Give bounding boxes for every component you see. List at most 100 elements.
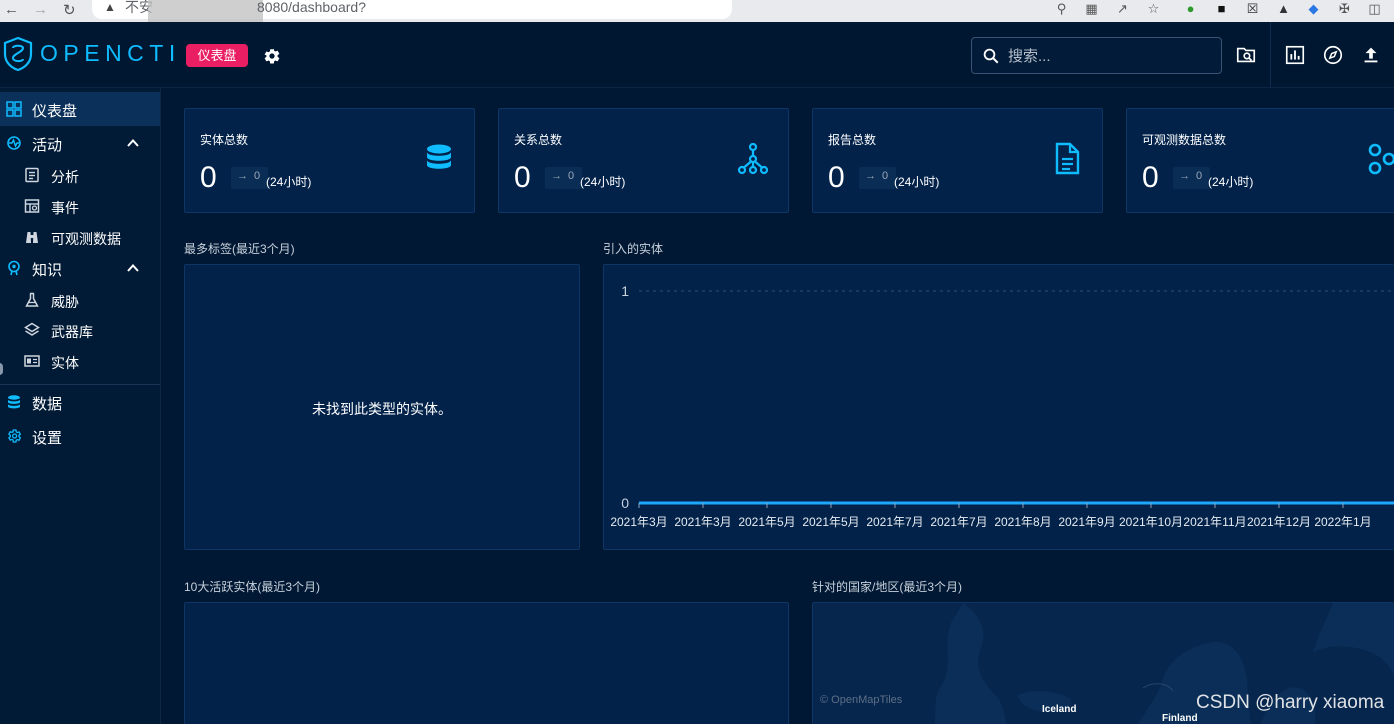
map-attribution: © OpenMapTiles bbox=[820, 694, 903, 706]
star-icon[interactable]: ☆ bbox=[1146, 1, 1161, 16]
hub-icon bbox=[1368, 143, 1394, 175]
card-value: 0 bbox=[514, 161, 531, 194]
sidebar-item-label: 设置 bbox=[32, 430, 63, 447]
card-delta: → 0 bbox=[1173, 167, 1211, 189]
stat-card-relationships[interactable]: 关系总数 0 → 0 (24小时) bbox=[498, 108, 789, 213]
card-range: (24小时) bbox=[580, 175, 626, 189]
sidebar-item-label: 实体 bbox=[51, 355, 79, 371]
activity-icon bbox=[7, 136, 21, 150]
card-title: 可观测数据总数 bbox=[1142, 133, 1227, 147]
top-active-panel bbox=[184, 602, 789, 724]
database-icon bbox=[427, 144, 451, 169]
chart-x-tick-label: 2021年5月 bbox=[738, 515, 795, 529]
stat-card-observables[interactable]: 可观测数据总数 0 → 0 (24小时) bbox=[1126, 108, 1394, 213]
chart-x-tick-label: 2021年9月 bbox=[1058, 515, 1115, 529]
advanced-search-icon[interactable] bbox=[1235, 44, 1257, 66]
current-page-chip[interactable]: 仪表盘 bbox=[186, 44, 248, 67]
share-icon[interactable]: ↗ bbox=[1115, 1, 1130, 16]
chart-x-tick-label: 2021年7月 bbox=[930, 515, 987, 529]
browser-toolbar: ← → ↻ ▲ 不安 8080/dashboard? ⚲ ▦ ↗ ☆ ● ■ ☒… bbox=[0, 0, 1394, 30]
logo-text: OPENCTI bbox=[40, 40, 181, 66]
extension-icon[interactable]: ■ bbox=[1214, 1, 1229, 16]
sidebar-item-data[interactable]: 数据 bbox=[0, 385, 160, 419]
sidebar-item-knowledge[interactable]: 知识 bbox=[0, 251, 160, 285]
sidebar-item-label: 知识 bbox=[32, 262, 63, 279]
chart-x-tick-label: 2021年10月 bbox=[1119, 515, 1183, 529]
extension-icon[interactable]: ☒ bbox=[1245, 1, 1260, 16]
section-title-ingested-entities: 引入的实体 bbox=[603, 242, 664, 256]
header-separator bbox=[1270, 22, 1271, 88]
translate-icon[interactable]: ▦ bbox=[1084, 1, 1099, 16]
compass-icon[interactable] bbox=[1322, 44, 1344, 66]
sidebar-item-settings[interactable]: 设置 bbox=[0, 419, 160, 453]
forward-icon[interactable]: → bbox=[33, 1, 48, 18]
gear-icon bbox=[8, 429, 22, 443]
card-value: 0 bbox=[1142, 161, 1159, 194]
dashboard-icon bbox=[6, 101, 22, 117]
top-labels-panel: 未找到此类型的实体。 bbox=[184, 264, 580, 550]
shield-logo-icon bbox=[3, 36, 33, 72]
chart-x-tick-label: 2021年7月 bbox=[866, 515, 923, 529]
sidebar-item-label: 仪表盘 bbox=[32, 103, 78, 120]
extension-icon[interactable]: ◆ bbox=[1306, 1, 1321, 16]
sidepanel-icon[interactable]: ◫ bbox=[1367, 1, 1382, 16]
sidebar-item-events[interactable]: 事件 bbox=[0, 191, 160, 222]
ingested-entities-chart: 1 0 2021年3月 2021年3月 2021年5月 2021年5月 2021年7月 202… bbox=[610, 283, 1394, 529]
empty-message: 未找到此类型的实体。 bbox=[312, 401, 452, 417]
arrow-right-icon: → bbox=[1179, 170, 1190, 182]
url-text: 8080/dashboard? bbox=[257, 0, 366, 15]
chevron-up-icon[interactable] bbox=[126, 136, 140, 150]
card-delta: → 0 bbox=[545, 167, 583, 189]
search-input[interactable] bbox=[1008, 45, 1208, 67]
chart-y-tick-label: 1 bbox=[621, 283, 629, 299]
layers-icon bbox=[24, 322, 40, 336]
document-icon bbox=[1055, 142, 1080, 175]
sidebar-item-label: 活动 bbox=[32, 137, 63, 154]
binoculars-icon bbox=[26, 232, 38, 243]
sidebar-item-observables[interactable]: 可观测数据 bbox=[0, 222, 160, 253]
back-icon[interactable]: ← bbox=[4, 1, 19, 18]
arrow-right-icon: → bbox=[237, 170, 248, 182]
map-label-finland: Finland bbox=[1162, 713, 1198, 724]
chart-x-tick-label: 2022年1月 bbox=[1314, 515, 1371, 529]
card-delta: → 0 bbox=[231, 167, 269, 189]
database-icon bbox=[8, 395, 20, 409]
card-icon bbox=[24, 355, 40, 367]
graph-icon bbox=[737, 142, 769, 175]
app-header: OPENCTI 仪表盘 bbox=[0, 22, 1394, 88]
sidebar: 仪表盘 活动 分析 事件 可观测数据 知识 威胁 武器库 实体 数据 设置 bbox=[0, 88, 161, 724]
sidebar-item-label: 武器库 bbox=[51, 324, 93, 340]
sidebar-item-entities[interactable]: 实体 bbox=[0, 346, 160, 377]
bar-chart-icon[interactable] bbox=[1284, 44, 1306, 66]
arrow-right-icon: → bbox=[551, 170, 562, 182]
flask-icon bbox=[25, 292, 39, 307]
upload-icon[interactable] bbox=[1360, 44, 1382, 66]
arrow-right-icon: → bbox=[865, 170, 876, 182]
sidebar-item-activity[interactable]: 活动 bbox=[0, 126, 160, 160]
gear-icon[interactable] bbox=[263, 47, 281, 65]
card-value: 0 bbox=[200, 161, 217, 194]
extension-icon[interactable]: ● bbox=[1183, 1, 1198, 16]
reload-icon[interactable]: ↻ bbox=[63, 1, 76, 19]
puzzle-icon[interactable]: ✠ bbox=[1337, 1, 1352, 16]
section-title-top-active: 10大活跃实体(最近3个月) bbox=[184, 580, 321, 594]
sidebar-item-label: 分析 bbox=[51, 169, 79, 185]
stat-card-reports[interactable]: 报告总数 0 → 0 (24小时) bbox=[812, 108, 1103, 213]
search-box[interactable] bbox=[971, 37, 1222, 74]
sidebar-item-analysis[interactable]: 分析 bbox=[0, 160, 160, 191]
chart-x-tick-label: 2021年3月 bbox=[610, 515, 667, 529]
key-icon[interactable]: ⚲ bbox=[1054, 1, 1069, 16]
extension-icon[interactable]: ▲ bbox=[1276, 1, 1291, 16]
chevron-up-icon[interactable] bbox=[126, 261, 140, 275]
card-title: 关系总数 bbox=[514, 133, 563, 147]
address-bar[interactable]: ▲ 不安 8080/dashboard? bbox=[92, 0, 732, 30]
chart-x-tick-label: 2021年8月 bbox=[994, 515, 1051, 529]
card-range: (24小时) bbox=[894, 175, 940, 189]
sidebar-item-threats[interactable]: 威胁 bbox=[0, 285, 160, 316]
sidebar-item-arsenal[interactable]: 武器库 bbox=[0, 315, 160, 346]
sidebar-item-label: 可观测数据 bbox=[51, 231, 121, 247]
sidebar-item-dashboard[interactable]: 仪表盘 bbox=[0, 92, 160, 126]
card-range: (24小时) bbox=[266, 175, 312, 189]
sidebar-handle[interactable] bbox=[0, 363, 3, 375]
stat-card-entities[interactable]: 实体总数 0 → 0 (24小时) bbox=[184, 108, 475, 213]
